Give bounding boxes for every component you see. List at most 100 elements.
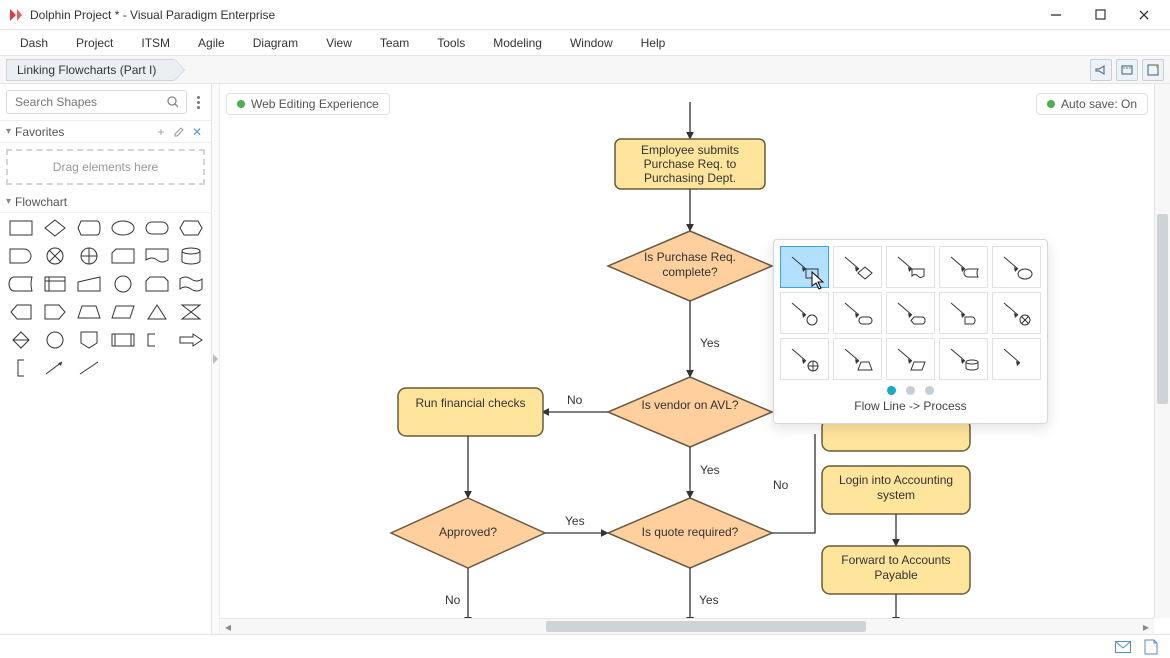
chevron-down-icon[interactable]: ▾ xyxy=(6,196,11,207)
shape-placeholder xyxy=(144,359,170,377)
menu-dash[interactable]: Dash xyxy=(6,30,62,55)
pencil-icon[interactable] xyxy=(171,124,187,140)
search-input[interactable] xyxy=(7,91,186,113)
popup-cell-delay[interactable] xyxy=(939,292,988,334)
menu-team[interactable]: Team xyxy=(366,30,423,55)
node-decision-quote[interactable]: Is quote required? xyxy=(608,498,772,568)
shape-trapezoid[interactable] xyxy=(76,303,102,321)
shape-line-arrow[interactable] xyxy=(42,359,68,377)
popup-cell-ellipse[interactable] xyxy=(992,246,1041,288)
menu-agile[interactable]: Agile xyxy=(184,30,239,55)
popup-cell-decision[interactable] xyxy=(833,246,882,288)
horizontal-scrollbar[interactable]: ◂ ▸ xyxy=(220,618,1154,634)
shape-sum-junction[interactable] xyxy=(42,247,68,265)
shape-hexagon[interactable] xyxy=(178,219,204,237)
more-options-icon[interactable] xyxy=(191,96,205,109)
menu-view[interactable]: View xyxy=(312,30,366,55)
shape-tape[interactable] xyxy=(178,275,204,293)
popup-cell-trapezoid[interactable] xyxy=(833,338,882,380)
menu-diagram[interactable]: Diagram xyxy=(239,30,312,55)
popup-cell-connector[interactable] xyxy=(780,292,829,334)
menu-project[interactable]: Project xyxy=(62,30,127,55)
pager-dot[interactable] xyxy=(925,386,934,395)
node-process-checks[interactable]: Run financial checks xyxy=(398,388,543,436)
shape-internal-storage[interactable] xyxy=(42,275,68,293)
shape-placeholder xyxy=(110,359,136,377)
search-icon xyxy=(166,95,180,109)
shape-arrow-right[interactable] xyxy=(178,331,204,349)
popup-cell-blank[interactable] xyxy=(992,338,1041,380)
menu-help[interactable]: Help xyxy=(627,30,680,55)
pager-dot[interactable] xyxy=(906,386,915,395)
shape-database[interactable] xyxy=(178,247,204,265)
container-icon[interactable] xyxy=(1116,59,1138,81)
vertical-scrollbar[interactable] xyxy=(1154,84,1170,618)
shape-delay[interactable] xyxy=(8,247,34,265)
shape-card[interactable] xyxy=(110,247,136,265)
favorites-dropzone[interactable]: Drag elements here xyxy=(6,149,205,185)
shape-offpage-left[interactable] xyxy=(8,303,34,321)
popup-cell-stored[interactable] xyxy=(939,246,988,288)
shape-parallelogram[interactable] xyxy=(110,303,136,321)
popup-cell-parallelogram[interactable] xyxy=(886,338,935,380)
shape-ellipse[interactable] xyxy=(110,219,136,237)
node-decision-complete[interactable]: Is Purchase Req. complete? xyxy=(608,231,772,301)
shape-circle[interactable] xyxy=(110,275,136,293)
shape-sort[interactable] xyxy=(8,331,34,349)
shape-connector-circle[interactable] xyxy=(42,331,68,349)
shape-offpage-conn[interactable] xyxy=(76,331,102,349)
plus-icon[interactable]: + xyxy=(153,124,169,140)
shape-display[interactable] xyxy=(76,219,102,237)
shape-document[interactable] xyxy=(144,247,170,265)
popup-cell-database[interactable] xyxy=(939,338,988,380)
popup-cell-document[interactable] xyxy=(886,246,935,288)
menu-window[interactable]: Window xyxy=(556,30,627,55)
close-panel-icon[interactable]: ✕ xyxy=(189,124,205,140)
label-no: No xyxy=(445,593,461,607)
shape-bracket[interactable] xyxy=(8,359,34,377)
node-decision-approved[interactable]: Approved? xyxy=(391,498,545,568)
megaphone-icon[interactable] xyxy=(1090,59,1112,81)
label-yes: Yes xyxy=(565,514,585,528)
shape-terminator[interactable] xyxy=(144,219,170,237)
shape-predefined[interactable] xyxy=(110,331,136,349)
shape-triangle[interactable] xyxy=(144,303,170,321)
popup-cell-display[interactable] xyxy=(886,292,935,334)
popup-cell-process[interactable] xyxy=(780,246,829,288)
label-no: No xyxy=(567,393,583,407)
minimize-button[interactable] xyxy=(1034,0,1078,30)
shape-manual-input[interactable] xyxy=(76,275,102,293)
shape-stored-data[interactable] xyxy=(8,275,34,293)
chevron-down-icon[interactable]: ▾ xyxy=(6,126,11,137)
mail-icon[interactable] xyxy=(1114,638,1132,656)
node-process-start[interactable]: Employee submits Purchase Req. to Purcha… xyxy=(615,139,765,189)
shape-annotation[interactable] xyxy=(144,331,170,349)
shape-line[interactable] xyxy=(76,359,102,377)
shape-palette xyxy=(0,213,211,383)
breadcrumb[interactable]: Linking Flowcharts (Part I) xyxy=(6,59,174,81)
note-icon[interactable] xyxy=(1142,638,1160,656)
close-button[interactable] xyxy=(1122,0,1166,30)
shape-diamond[interactable] xyxy=(42,219,68,237)
shape-offpage-right[interactable] xyxy=(42,303,68,321)
app-icon xyxy=(8,7,24,23)
pager-dot[interactable] xyxy=(887,386,896,395)
menu-modeling[interactable]: Modeling xyxy=(479,30,556,55)
node-decision-avl[interactable]: Is vendor on AVL? xyxy=(608,377,772,447)
node-process-forward[interactable]: Forward to Accounts Payable xyxy=(822,546,970,594)
label-yes: Yes xyxy=(700,336,720,350)
shape-collate[interactable] xyxy=(178,303,204,321)
menu-itsm[interactable]: ITSM xyxy=(127,30,184,55)
maximize-button[interactable] xyxy=(1078,0,1122,30)
menu-tools[interactable]: Tools xyxy=(423,30,479,55)
shape-or[interactable] xyxy=(76,247,102,265)
popup-cell-sum[interactable] xyxy=(992,292,1041,334)
shape-rectangle[interactable] xyxy=(8,219,34,237)
popup-cell-terminator[interactable] xyxy=(833,292,882,334)
panel-splitter[interactable] xyxy=(212,84,220,634)
node-process-login[interactable]: Login into Accounting system xyxy=(822,466,970,514)
popup-cell-or[interactable] xyxy=(780,338,829,380)
new-diagram-icon[interactable] xyxy=(1142,59,1164,81)
shape-loop-limit[interactable] xyxy=(144,275,170,293)
flowline-popup: Flow Line -> Process xyxy=(773,239,1048,424)
